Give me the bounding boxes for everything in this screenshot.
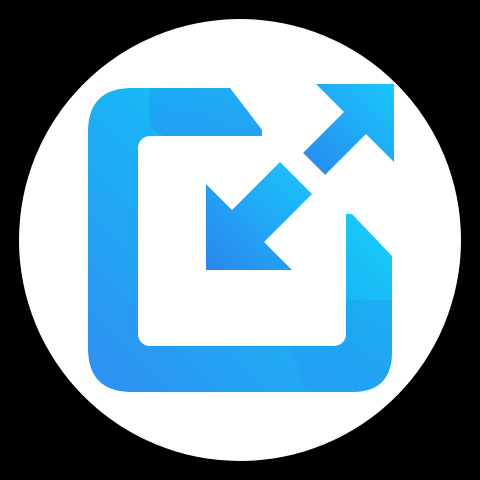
app-icon-stage [0, 0, 480, 480]
frame-fold-top [150, 88, 262, 136]
expand-arrow-icon [302, 84, 394, 176]
resize-arrows-icon[interactable] [0, 0, 480, 480]
